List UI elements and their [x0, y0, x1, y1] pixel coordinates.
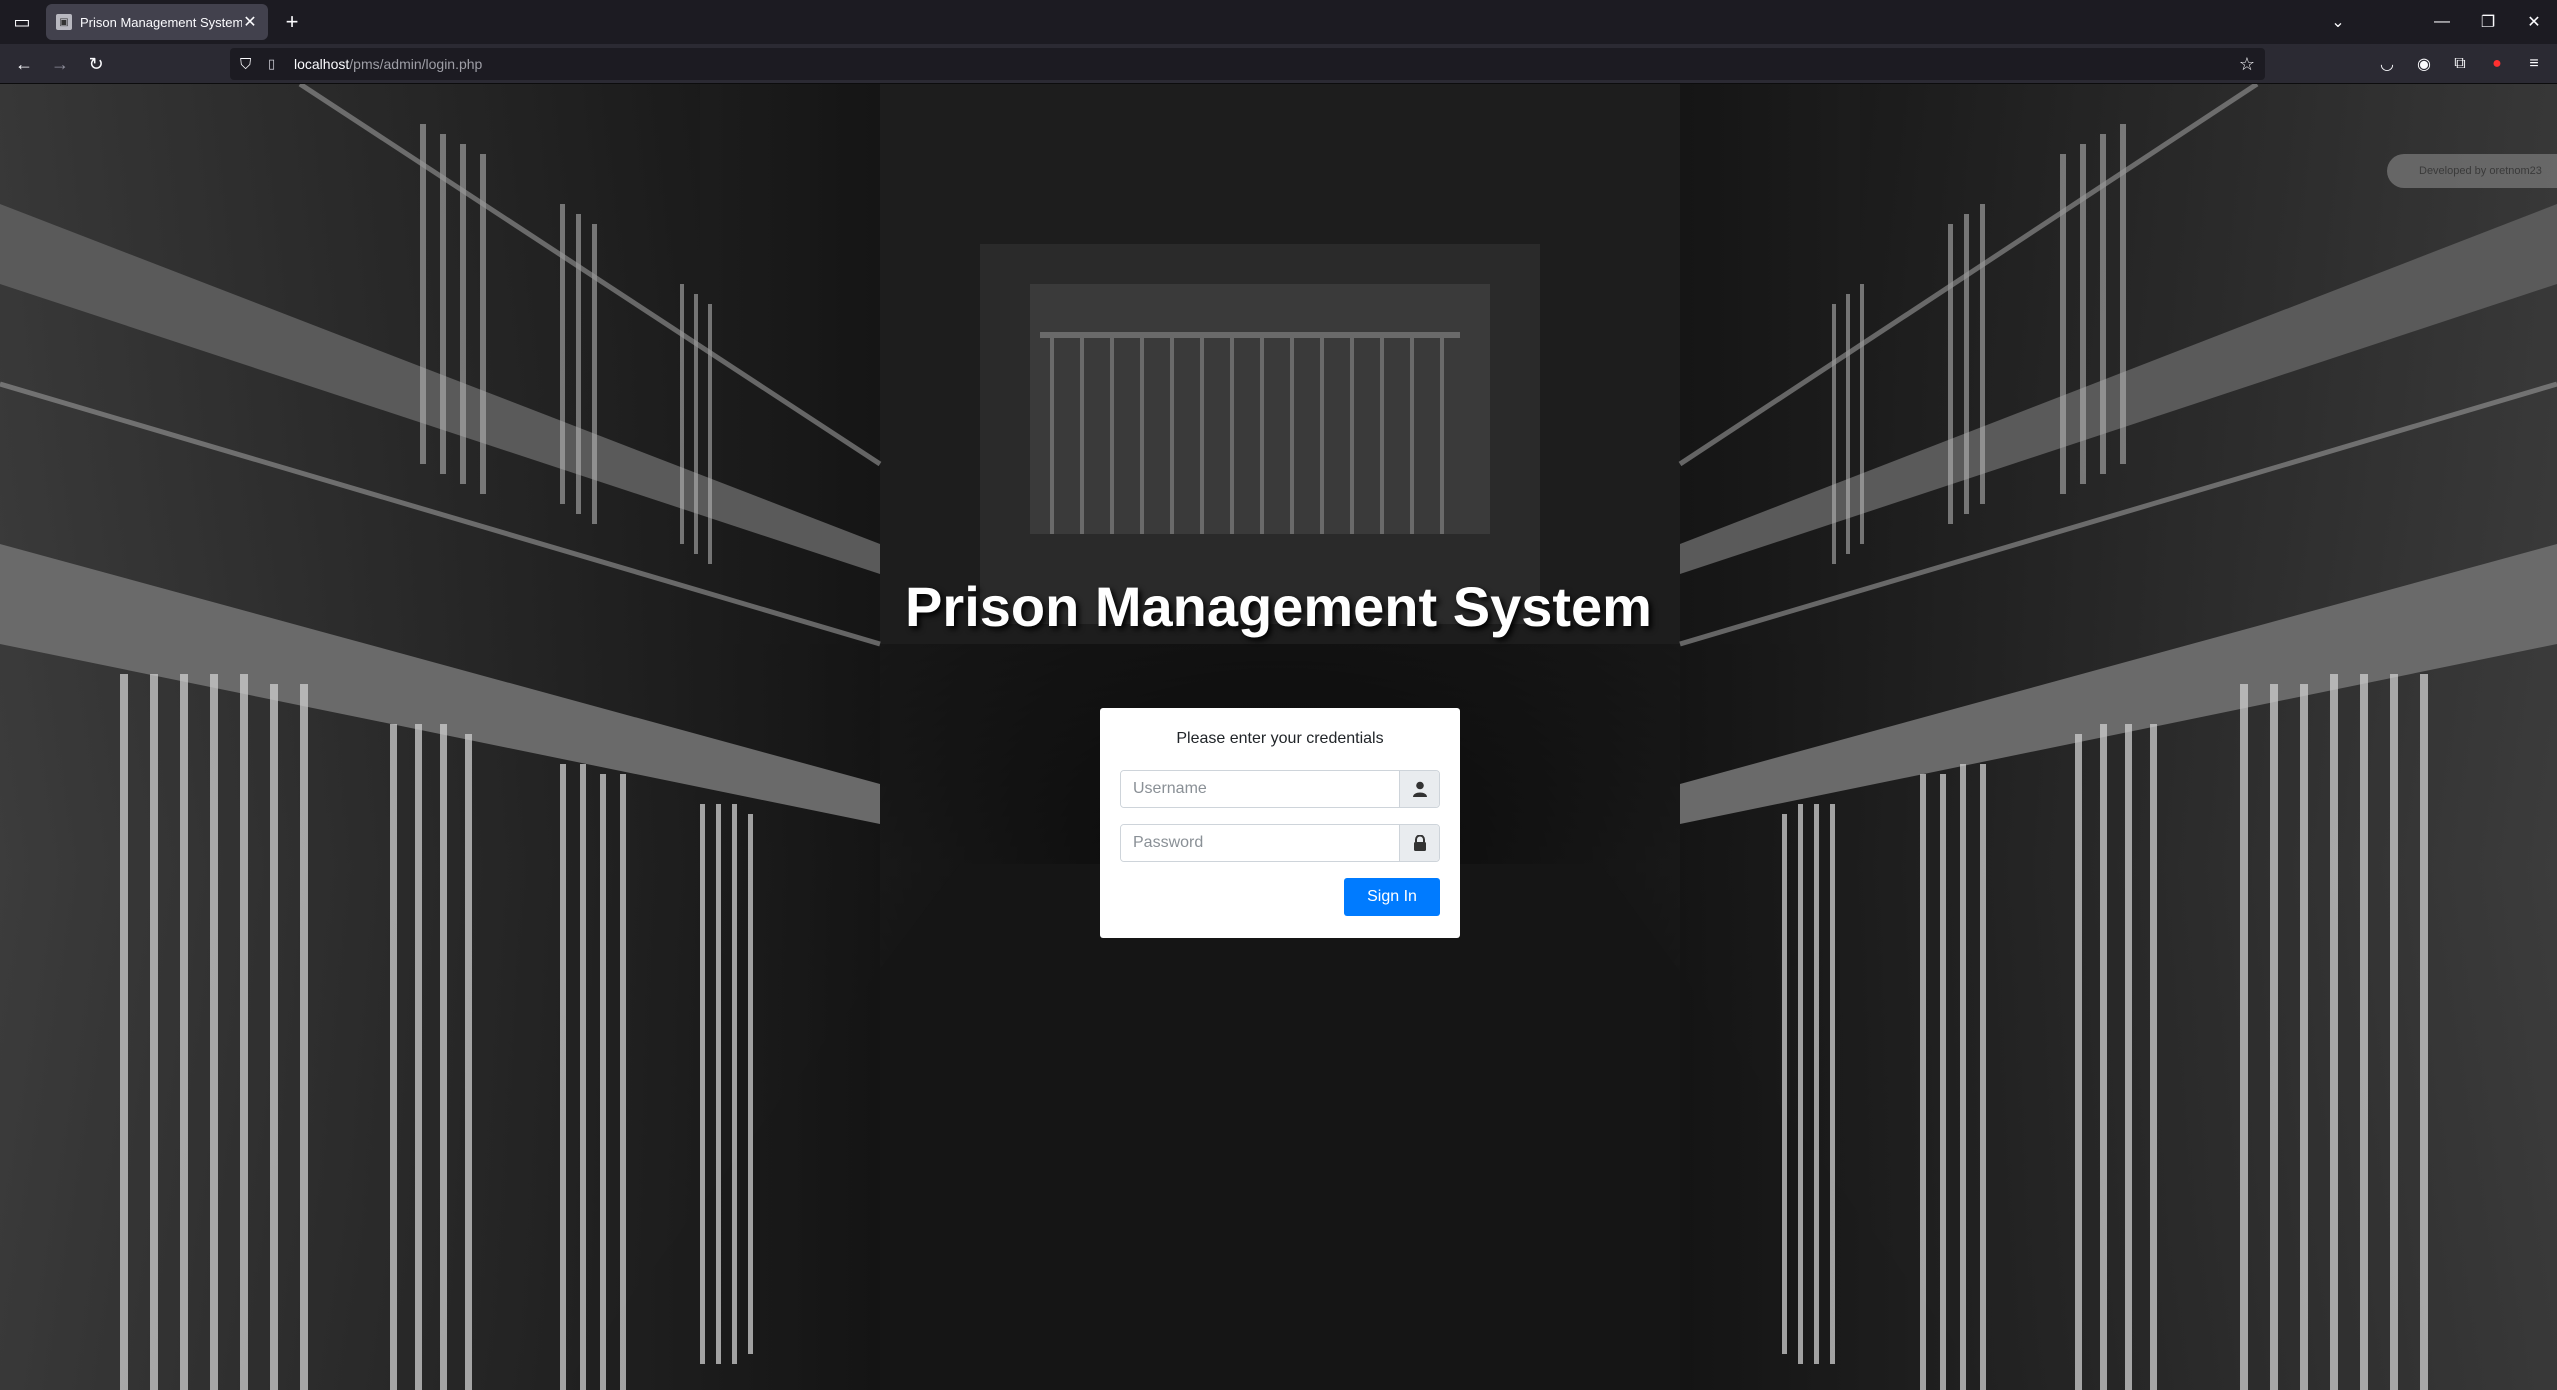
browser-navbar: ← → ↻ ⛉ ▯ localhost /pms/admin/login.php… — [0, 44, 2557, 84]
sign-in-button[interactable]: Sign In — [1344, 878, 1440, 916]
plus-icon[interactable]: + — [278, 8, 306, 36]
lock-icon — [1399, 825, 1439, 861]
username-input[interactable] — [1121, 771, 1399, 807]
tab-title: Prison Management System — [80, 14, 242, 30]
page-icon: ▯ — [268, 56, 276, 71]
arrow-right-icon[interactable]: → — [46, 50, 74, 78]
login-message: Please enter your credentials — [1176, 730, 1384, 747]
window-controls: ⌄ — ❐ ✕ — [2315, 0, 2557, 44]
browser-tabbar: ▭ ▣ Prison Management System ✕ + ⌄ — ❐ ✕ — [0, 0, 2557, 44]
url-path: /pms/admin/login.php — [349, 56, 483, 72]
password-input-group — [1120, 824, 1440, 862]
restore-icon[interactable]: ❐ — [2465, 0, 2511, 44]
url-host: localhost — [294, 56, 350, 72]
minimize-icon[interactable]: — — [2419, 0, 2465, 44]
window-close-icon[interactable]: ✕ — [2511, 0, 2557, 44]
username-input-group — [1120, 770, 1440, 808]
arrow-left-icon[interactable]: ← — [10, 50, 38, 78]
shield-icon[interactable]: ⛉ — [240, 56, 262, 73]
close-icon[interactable]: ✕ — [242, 12, 258, 32]
login-card: Please enter your credentials Sign In — [1100, 708, 1460, 938]
hamburger-icon[interactable]: ≡ — [2520, 50, 2548, 78]
reload-icon[interactable]: ↻ — [82, 50, 110, 78]
signin-row: Sign In — [1120, 878, 1440, 916]
chevron-down-icon[interactable]: ⌄ — [2315, 0, 2361, 44]
password-input[interactable] — [1121, 825, 1399, 861]
favicon-icon: ▣ — [56, 14, 72, 30]
browser-tab[interactable]: ▣ Prison Management System ✕ — [46, 4, 268, 40]
record-icon[interactable]: ● — [2483, 50, 2511, 78]
puzzle-icon[interactable]: ⧉ — [2446, 50, 2474, 78]
tab-list-icon[interactable]: ▭ — [0, 0, 44, 44]
account-icon[interactable]: ◉ — [2410, 50, 2438, 78]
page-title: Prison Management System — [905, 575, 1652, 638]
user-icon — [1399, 771, 1439, 807]
star-icon[interactable]: ☆ — [2239, 54, 2255, 75]
pocket-icon[interactable]: ◡ — [2373, 50, 2401, 78]
developer-badge: Developed by oretnom23 — [2387, 154, 2557, 188]
login-page: Developed by oretnom23 Prison Management… — [0, 84, 2557, 1390]
url-bar[interactable]: ⛉ ▯ localhost /pms/admin/login.php ☆ — [230, 48, 2265, 80]
